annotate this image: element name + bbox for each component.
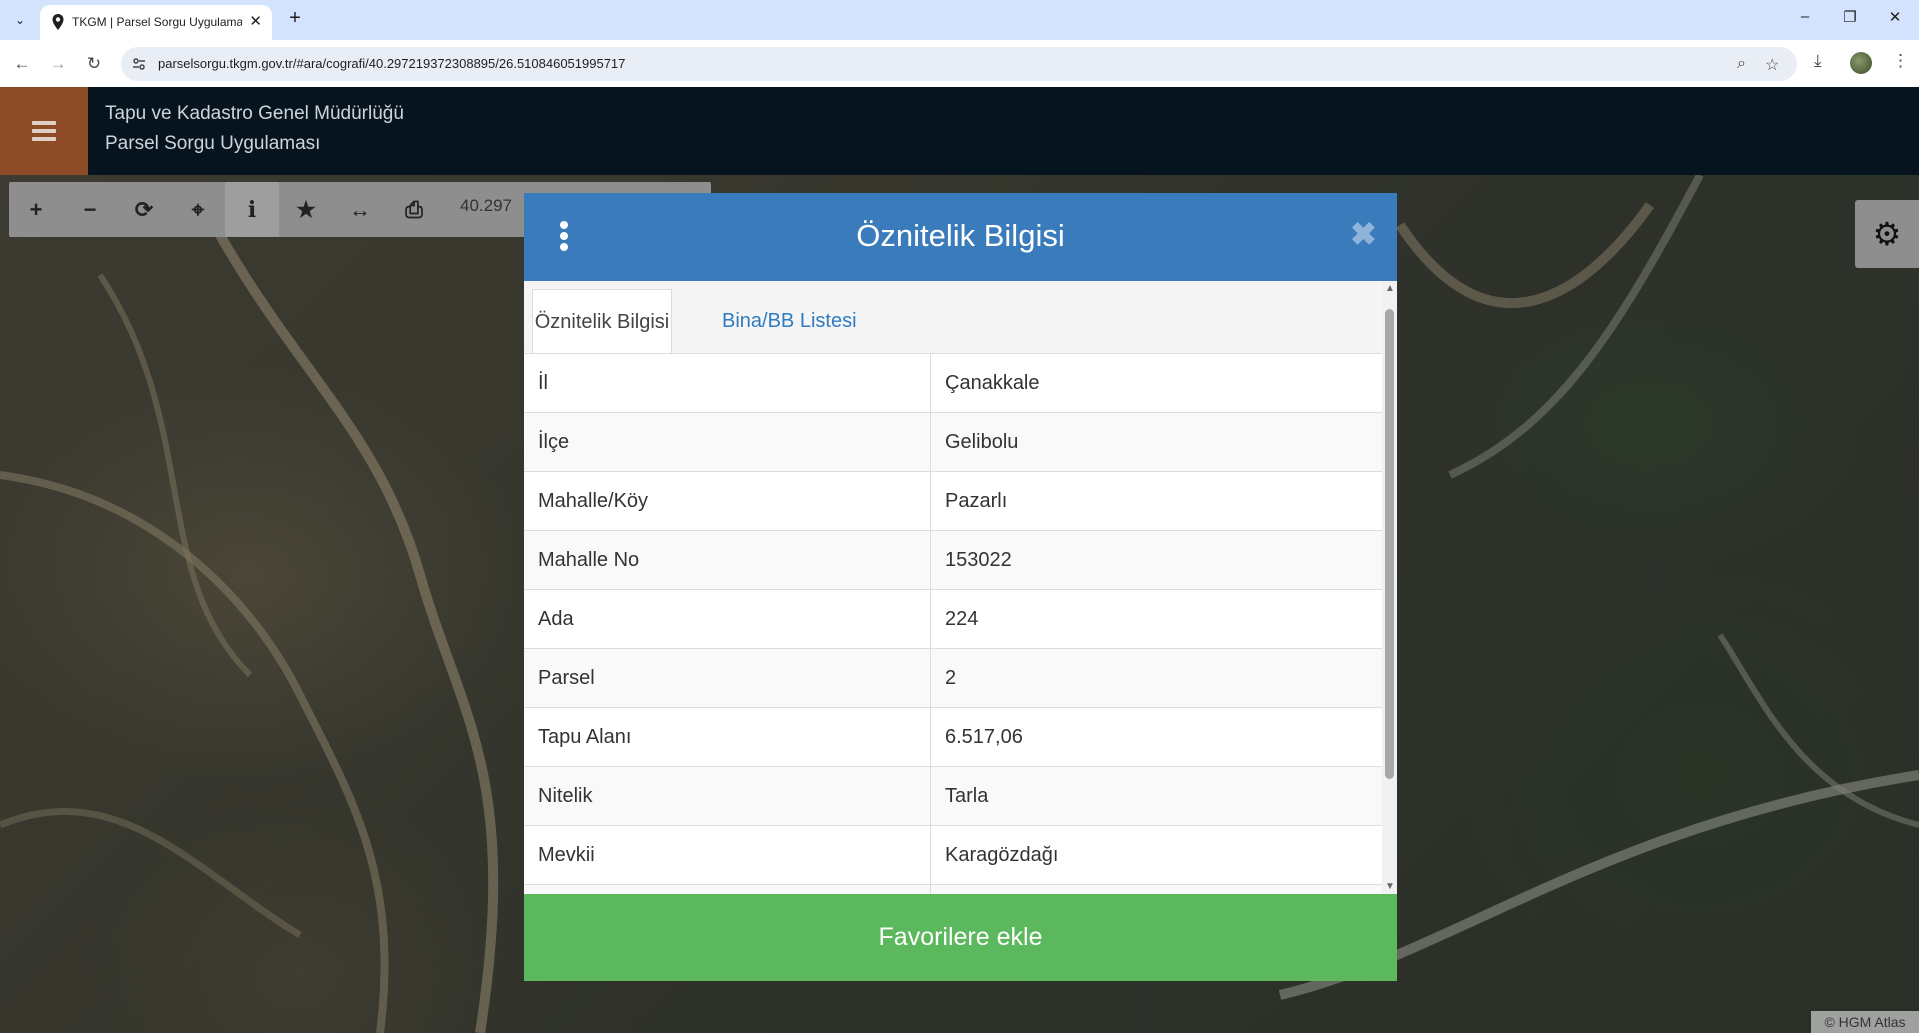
app-header: Tapu ve Kadastro Genel Müdürlüğü Parsel … [0,87,1919,175]
attribute-table: İl Çanakkale İlçe Gelibolu Mahalle/Köy Paza… [524,353,1382,895]
hamburger-icon [32,117,56,145]
table-row: Parsel 2 [524,648,1382,708]
row-value: 224 [930,589,1382,649]
hamburger-menu-button[interactable] [0,87,88,175]
zoom-in-icon[interactable]: + [9,182,63,237]
browser-tabstrip: ⌄ TKGM | Parsel Sorgu Uygulaması ✕ + – ❐… [0,0,1919,40]
tab-attribute-info[interactable]: Öznitelik Bilgisi [532,289,672,356]
table-row: Ada 224 [524,589,1382,649]
row-value: 153022 [930,530,1382,590]
zoom-out-icon[interactable]: − [63,182,117,237]
table-row: Nitelik Tarla [524,766,1382,826]
modal-close-icon[interactable]: ✖ [1350,215,1377,253]
crosshair-icon[interactable]: ⌖ [171,182,225,237]
row-key: Tapu Alanı [524,707,931,767]
row-key: Nitelik [524,766,931,826]
row-key: Ada [524,589,931,649]
row-value: Gelibolu [930,412,1382,472]
modal-tabs: Öznitelik Bilgisi Bina/BB Listesi [524,281,1382,356]
new-tab-button[interactable]: + [283,7,307,30]
menu-kebab-icon[interactable]: ⋮ [1892,51,1909,71]
map-attribution[interactable]: © HGM Atlas [1811,1011,1919,1033]
row-value: Çanakkale [930,353,1382,413]
row-key: Mevkii [524,825,931,885]
add-to-favorites-button[interactable]: Favorilere ekle [524,894,1397,981]
download-icon[interactable]: ⤓ [1814,51,1822,71]
tab-close-icon[interactable]: ✕ [249,12,262,30]
row-value: Pazarlı [930,471,1382,531]
close-window-button[interactable]: ✕ [1880,8,1910,26]
url-text: parselsorgu.tkgm.gov.tr/#ara/cografi/40.… [158,56,626,71]
reload-icon[interactable]: ↻ [80,50,108,78]
tab-search-chevron-icon[interactable]: ⌄ [8,8,32,32]
table-row: Mahalle/Köy Pazarlı [524,471,1382,531]
scrollbar-thumb[interactable] [1385,309,1394,779]
address-bar[interactable]: parselsorgu.tkgm.gov.tr/#ara/cografi/40.… [121,47,1797,81]
row-value: Tarla [930,766,1382,826]
row-key: İl [524,353,931,413]
table-row: Mahalle No 153022 [524,530,1382,590]
browser-tab[interactable]: TKGM | Parsel Sorgu Uygulaması ✕ [40,5,272,40]
browser-toolbar: ← → ↻ parselsorgu.tkgm.gov.tr/#ara/cogra… [0,40,1919,87]
zoom-icon[interactable]: ⌕ [1737,55,1746,73]
app-title: Tapu ve Kadastro Genel Müdürlüğü [105,103,404,124]
table-row: Tapu Alanı 6.517,06 [524,707,1382,767]
table-row: İlçe Gelibolu [524,412,1382,472]
row-value: 6.517,06 [930,707,1382,767]
row-key: Mahalle No [524,530,931,590]
table-row: İl Çanakkale [524,353,1382,413]
location-pin-icon [52,14,64,30]
forward-arrow-icon[interactable]: → [44,50,72,78]
scroll-down-icon[interactable]: ▼ [1385,881,1395,892]
modal-title: Öznitelik Bilgisi [856,218,1065,253]
attribute-info-modal: Öznitelik Bilgisi ✖ Öznitelik Bilgisi Bi… [524,193,1397,981]
row-value: 2 [930,648,1382,708]
bookmark-star-icon[interactable]: ☆ [1765,55,1779,75]
tab-title: TKGM | Parsel Sorgu Uygulaması [72,15,242,29]
back-arrow-icon[interactable]: ← [8,50,36,78]
refresh-icon[interactable]: ⟳ [117,182,171,237]
profile-avatar[interactable] [1850,52,1872,74]
app-subtitle: Parsel Sorgu Uygulaması [105,133,321,154]
row-key: Parsel [524,648,931,708]
star-icon[interactable]: ★ [279,182,333,237]
settings-gear-icon[interactable]: ⚙ [1855,200,1919,268]
modal-header: Öznitelik Bilgisi ✖ [524,193,1397,281]
info-icon[interactable]: i [225,182,279,237]
row-key: Mahalle/Köy [524,471,931,531]
row-key: İlçe [524,412,931,472]
table-row: Mevkii Karagözdağı [524,825,1382,885]
print-icon[interactable]: ⎙ [387,182,441,237]
site-settings-icon[interactable] [131,56,147,72]
measure-arrows-icon[interactable]: ↔ [333,182,387,237]
modal-scrollbar[interactable]: ▲ ▼ [1382,281,1397,894]
coordinate-readout: 40.297 [460,196,512,215]
scroll-up-icon[interactable]: ▲ [1385,283,1395,294]
row-value: Karagözdağı [930,825,1382,885]
minimize-button[interactable]: – [1790,8,1820,25]
restore-button[interactable]: ❐ [1835,8,1865,26]
tab-building-list[interactable]: Bina/BB Listesi [722,289,857,354]
